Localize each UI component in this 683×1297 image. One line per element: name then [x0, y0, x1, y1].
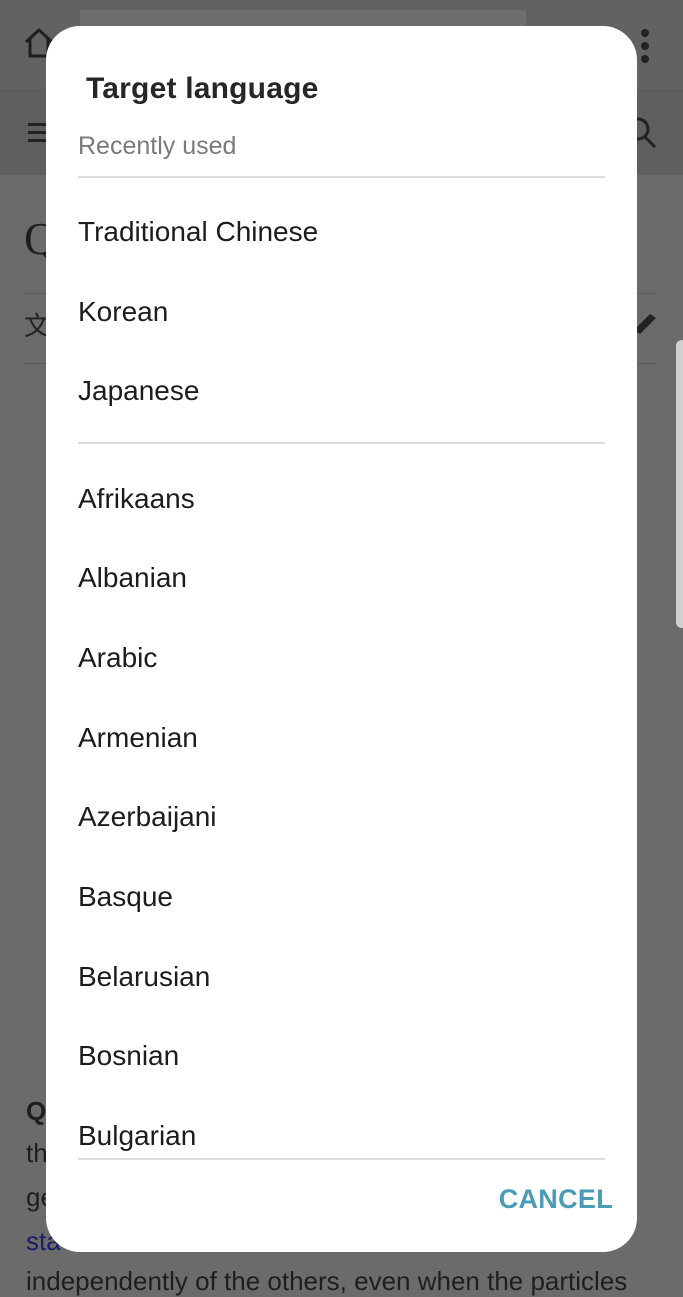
language-option[interactable]: Armenian	[78, 708, 605, 768]
language-option[interactable]: Traditional Chinese	[78, 202, 605, 262]
divider	[78, 176, 605, 178]
language-option[interactable]: Azerbaijani	[78, 787, 605, 847]
target-language-dialog: Target language Recently used Traditiona…	[46, 26, 637, 1252]
dialog-title: Target language	[86, 72, 319, 105]
language-option[interactable]: Afrikaans	[78, 469, 605, 529]
language-option[interactable]: Arabic	[78, 628, 605, 688]
divider	[78, 442, 605, 444]
language-option[interactable]: Albanian	[78, 548, 605, 608]
article-text-line: Q	[26, 1096, 47, 1126]
cancel-button[interactable]: CANCEL	[499, 1182, 613, 1217]
recently-used-label: Recently used	[78, 132, 237, 160]
language-option[interactable]: Belarusian	[78, 947, 605, 1007]
language-option[interactable]: Japanese	[78, 361, 605, 421]
more-options-icon	[641, 29, 649, 63]
language-option[interactable]: Korean	[78, 282, 605, 342]
article-text-line: independently of the others, even when t…	[26, 1266, 628, 1296]
language-option[interactable]: Basque	[78, 867, 605, 927]
divider	[78, 1158, 605, 1160]
language-option[interactable]: Bosnian	[78, 1026, 605, 1086]
scrollbar	[676, 340, 683, 628]
language-option[interactable]: Bulgarian	[78, 1106, 605, 1166]
article-text-line: th	[26, 1138, 48, 1168]
